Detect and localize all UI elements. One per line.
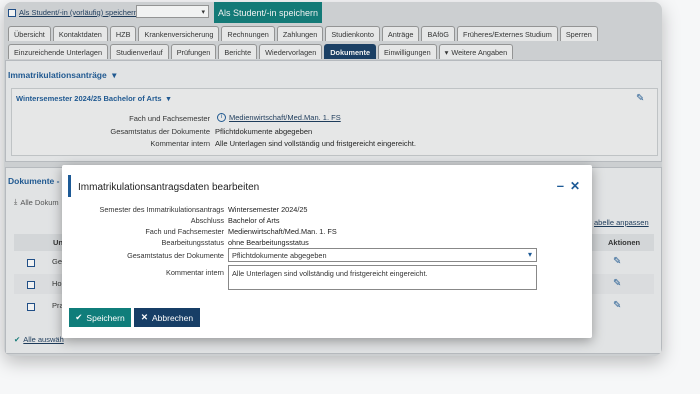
modal-accent-bar xyxy=(68,175,71,197)
modal-title: Immatrikulationsantragsdaten bearbeiten xyxy=(78,182,260,193)
modal-field-value: Wintersemester 2024/25 xyxy=(228,205,308,214)
status-select[interactable]: Pflichtdokumente abgegeben ▾ xyxy=(228,248,537,262)
status-label: Gesamtstatus der Dokumente xyxy=(127,251,224,260)
chevron-down-icon: ▾ xyxy=(527,250,532,259)
close-icon[interactable]: ✕ xyxy=(570,179,580,193)
modal-field-value: Bachelor of Arts xyxy=(228,216,280,225)
modal-field-label: Semester des Immatrikulationsantrags xyxy=(99,205,224,214)
edit-application-modal: Immatrikulationsantragsdaten bearbeiten … xyxy=(62,165,592,338)
close-icon: ✕ xyxy=(140,312,148,322)
modal-field-label: Bearbeitungsstatus xyxy=(161,238,224,247)
status-select-value: Pflichtdokumente abgegeben xyxy=(232,250,327,260)
checkmark-icon: ✔ xyxy=(75,312,83,322)
minimize-icon[interactable]: – xyxy=(557,178,564,193)
save-button-label: Speichern xyxy=(86,312,125,323)
comment-textarea[interactable]: Alle Unterlagen sind vollständig und fri… xyxy=(228,265,537,290)
cancel-button[interactable]: ✕ Abbrechen xyxy=(134,308,200,327)
modal-field-value: Medienwirtschaft/Med.Man. 1. FS xyxy=(228,227,337,236)
comment-label: Kommentar intern xyxy=(166,268,224,277)
save-button[interactable]: ✔ Speichern xyxy=(69,308,131,327)
cancel-button-label: Abbrechen xyxy=(152,312,194,323)
modal-field-value: ohne Bearbeitungsstatus xyxy=(228,238,309,247)
modal-field-label: Fach und Fachsemester xyxy=(145,227,224,236)
modal-field-label: Abschluss xyxy=(190,216,224,225)
